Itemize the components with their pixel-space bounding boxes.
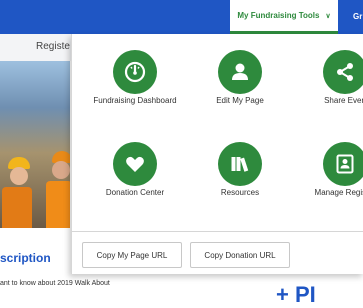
heart-icon [126,156,144,172]
books-icon [231,157,249,172]
tile-label: Donation Center [105,188,165,197]
chevron-down-icon: ∨ [325,12,331,20]
tools-tab-label: My Fundraising Tools [237,11,320,20]
tile-donation-center[interactable]: Donation Center [85,142,185,232]
description-text: ant to know about 2019 Walk About [0,280,110,287]
tile-fundraising-dashboard[interactable]: Fundraising Dashboard [85,50,185,140]
tile-share-event[interactable]: Share Even [295,50,363,140]
tile-resources[interactable]: Resources [190,142,290,232]
person-icon [232,63,248,80]
my-fundraising-tools-tab[interactable]: My Fundraising Tools ∨ [230,0,338,34]
fundraising-tools-menu: Fundraising Dashboard Edit My Page Share… [71,34,363,274]
tile-edit-my-page[interactable]: Edit My Page [190,50,290,140]
share-icon [337,63,353,81]
gauge-icon [124,61,146,83]
copy-my-page-url-button[interactable]: Copy My Page URL [82,242,182,268]
tile-label: Resources [220,188,260,197]
menu-divider [72,231,363,232]
register-link[interactable]: Registe [36,41,70,52]
event-photo [0,61,70,228]
tile-label: Edit My Page [216,96,264,105]
tile-label: Manage Registra [314,188,363,197]
background-heading: + PI [276,282,316,307]
tile-manage-registration[interactable]: Manage Registra [295,142,363,232]
tile-label: Fundraising Dashboard [93,96,177,105]
copy-donation-url-button[interactable]: Copy Donation URL [190,242,290,268]
description-heading: scription [0,251,51,265]
tile-label: Share Even [324,96,363,105]
id-card-icon [336,154,354,174]
nav-tab-truncated[interactable]: Gr [353,0,362,34]
